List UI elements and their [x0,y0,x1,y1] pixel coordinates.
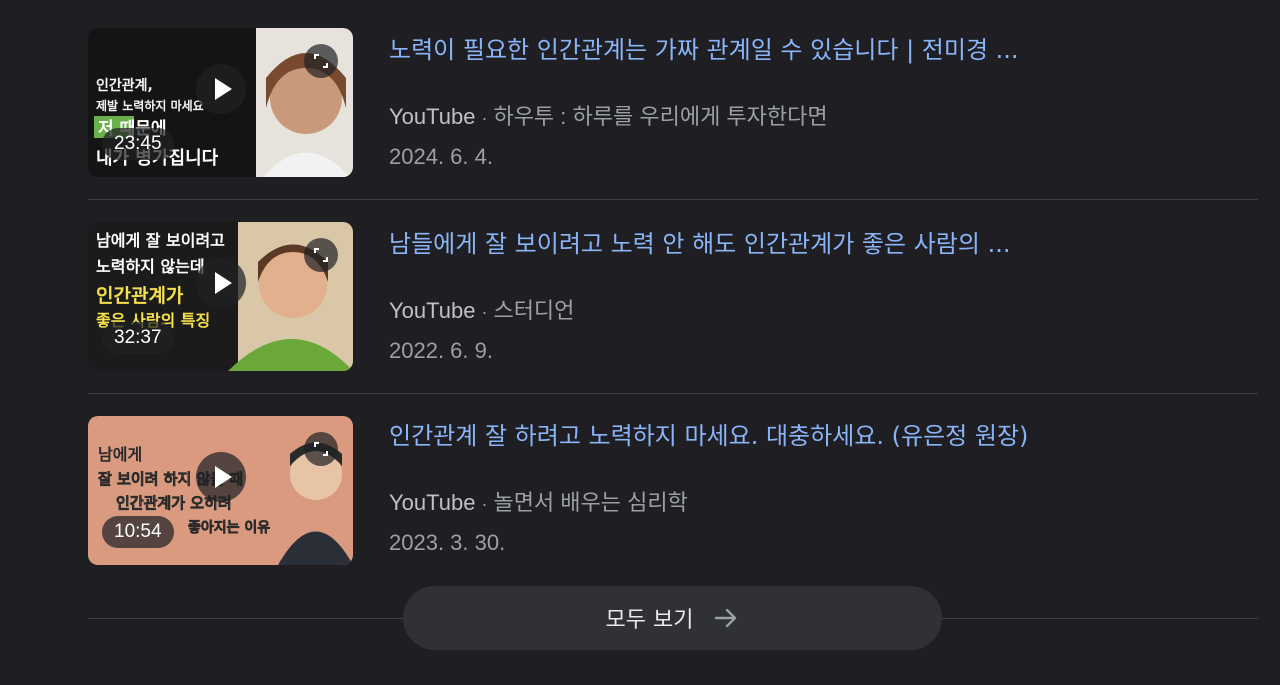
video-meta: YouTube · 하우투 : 하루를 우리에게 투자한다면 [389,102,828,133]
video-thumbnail[interactable]: 남에게 잘 보이려고 노력하지 않는데 인간관계가 좋은 사람의 특징 32:3… [88,222,353,371]
meta-separator: · [481,302,488,322]
expand-icon[interactable] [304,44,338,78]
video-meta: YouTube · 놀면서 배우는 심리학 [389,488,688,519]
meta-separator: · [481,494,488,514]
video-channel: 놀면서 배우는 심리학 [493,490,688,515]
video-title-link[interactable]: 노력이 필요한 인간관계는 가짜 관계일 수 있습니다 | 전미경 ... [389,34,1019,66]
expand-icon[interactable] [304,238,338,272]
video-thumbnail[interactable]: 남에게 잘 보이려 하지 않을 때 인간관계가 오히려 좋아지는 이유 10:5… [88,416,353,565]
thumbnail-caption-line: 좋아지는 이유 [188,519,270,536]
video-duration-badge: 23:45 [102,128,174,160]
video-source: YouTube [389,104,476,129]
play-icon[interactable] [196,64,246,114]
see-all-button[interactable]: 모두 보기 [403,586,942,650]
divider [88,199,1258,200]
expand-icon[interactable] [304,432,338,466]
thumbnail-caption-line: 남에게 [98,445,142,464]
video-meta: YouTube · 스터디언 [389,296,574,327]
meta-separator: · [481,108,488,128]
play-icon[interactable] [196,452,246,502]
video-channel: 하우투 : 하루를 우리에게 투자한다면 [493,104,828,129]
video-source: YouTube [389,490,476,515]
thumbnail-caption-line: 인간관계, [96,77,153,94]
video-date: 2022. 6. 9. [389,338,493,363]
play-icon[interactable] [196,258,246,308]
arrow-right-icon [713,605,739,631]
video-title-link[interactable]: 인간관계 잘 하려고 노력하지 마세요. 대충하세요. (유은정 원장) [389,420,1028,452]
video-result-item[interactable]: 남에게 잘 보이려 하지 않을 때 인간관계가 오히려 좋아지는 이유 10:5… [88,416,1258,610]
thumbnail-caption-line: 제발 노력하지 마세요 [96,98,204,113]
video-channel: 스터디언 [493,298,575,323]
video-result-item[interactable]: 남에게 잘 보이려고 노력하지 않는데 인간관계가 좋은 사람의 특징 32:3… [88,222,1258,416]
video-title-link[interactable]: 남들에게 잘 보이려고 노력 안 해도 인간관계가 좋은 사람의 ... [389,228,1010,260]
video-duration-badge: 10:54 [102,516,174,548]
video-date: 2023. 3. 30. [389,530,506,555]
video-result-item[interactable]: 인간관계, 제발 노력하지 마세요 저 때문에 내가 병가집니다 23:45 노… [88,28,1258,222]
video-duration-badge: 32:37 [102,322,174,354]
see-all-label: 모두 보기 [605,608,694,633]
thumbnail-caption-line: 노력하지 않는데 [96,257,205,276]
thumbnail-caption-line: 인간관계가 [96,285,184,307]
video-date: 2024. 6. 4. [389,144,493,169]
thumbnail-caption-line: 남에게 잘 보이려고 [96,231,225,250]
video-source: YouTube [389,298,476,323]
video-thumbnail[interactable]: 인간관계, 제발 노력하지 마세요 저 때문에 내가 병가집니다 23:45 [88,28,353,177]
divider [88,393,1258,394]
